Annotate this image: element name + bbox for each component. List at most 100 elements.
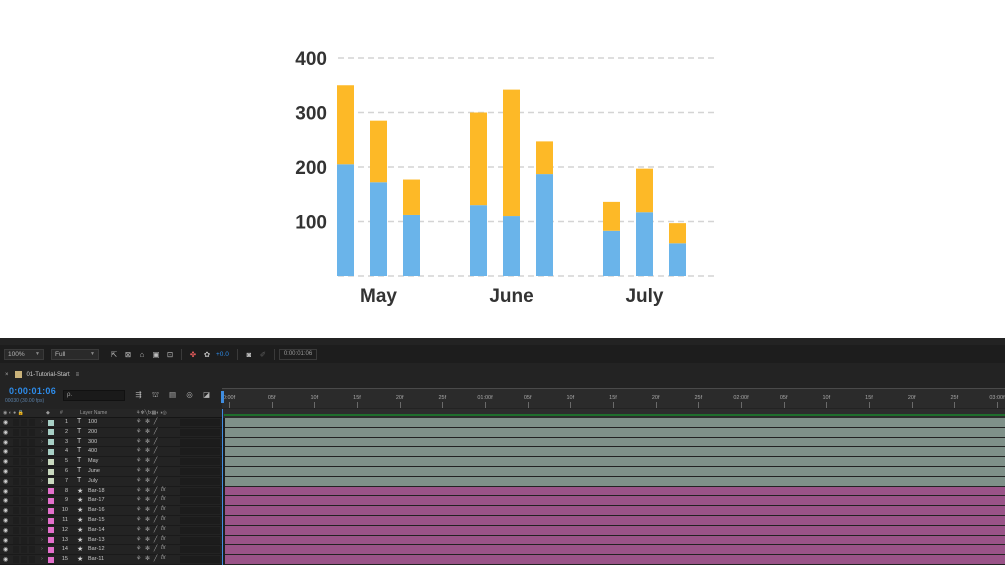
solo-toggle[interactable] [21, 448, 27, 456]
layer-switches-icon[interactable]: ⚘ ✻ ╱ [136, 536, 158, 543]
layer-row[interactable]: ◉ › 8 ★ Bar-18 ⚘ ✻ ╱ fx [0, 487, 222, 497]
lock-toggle[interactable] [29, 546, 35, 554]
layer-name[interactable]: Bar-13 [88, 537, 105, 543]
camera-snapshot-icon[interactable]: ◙ [244, 350, 254, 359]
parent-link-cell[interactable] [180, 497, 220, 505]
layer-switches-icon[interactable]: ⚘ ✻ ╱ [136, 477, 158, 484]
region-of-interest-icon[interactable]: ▣ [151, 350, 161, 359]
layer-name[interactable]: 100 [88, 419, 97, 425]
twirl-down-icon[interactable]: › [41, 537, 43, 543]
eye-icon[interactable]: ◉ [3, 527, 8, 534]
layer-duration-bar[interactable] [225, 457, 1005, 467]
effects-icon[interactable]: fx [161, 526, 166, 532]
parent-link-cell[interactable] [180, 487, 220, 495]
layer-row[interactable]: ◉ › 14 ★ Bar-12 ⚘ ✻ ╱ fx [0, 545, 222, 556]
twirl-down-icon[interactable]: › [41, 488, 43, 494]
parent-link-cell[interactable] [180, 526, 220, 534]
layer-switches-icon[interactable]: ⚘ ✻ ╱ [136, 447, 158, 454]
layer-switches-icon[interactable]: ⚘ ✻ ╱ [136, 516, 158, 523]
eye-icon[interactable]: ◉ [3, 517, 8, 524]
parent-link-cell[interactable] [180, 477, 220, 485]
layer-switches-icon[interactable]: ⚘ ✻ ╱ [136, 428, 158, 435]
twirl-down-icon[interactable]: › [41, 507, 43, 513]
audio-toggle[interactable] [13, 468, 19, 475]
parent-link-cell[interactable] [180, 546, 220, 554]
parent-link-cell[interactable] [180, 468, 220, 475]
layer-name[interactable]: 300 [88, 439, 97, 445]
layer-name[interactable]: Bar-16 [88, 507, 105, 513]
playhead-handle[interactable] [221, 391, 224, 403]
lock-toggle[interactable] [29, 536, 35, 544]
twirl-down-icon[interactable]: › [41, 439, 43, 445]
lock-toggle[interactable] [29, 507, 35, 515]
twirl-down-icon[interactable]: › [41, 556, 43, 562]
work-area-range[interactable] [224, 414, 1005, 416]
layer-name[interactable]: Bar-12 [88, 546, 105, 552]
layer-name[interactable]: June [88, 468, 100, 474]
resolution-dropdown[interactable]: Full ▼ [51, 348, 99, 360]
audio-toggle[interactable] [13, 487, 19, 495]
eye-icon[interactable]: ◉ [3, 419, 8, 426]
layer-switches-icon[interactable]: ⚘ ✻ ╱ [136, 526, 158, 533]
layer-row[interactable]: ◉ › 12 ★ Bar-14 ⚘ ✻ ╱ fx [0, 526, 222, 536]
guides-icon[interactable]: ⊡ [165, 350, 175, 359]
layer-duration-bar[interactable] [225, 516, 1005, 526]
eye-icon[interactable]: ◉ [3, 556, 8, 563]
layer-switches-icon[interactable]: ⚘ ✻ ╱ [136, 555, 158, 562]
audio-toggle[interactable] [13, 556, 19, 564]
layer-switches-icon[interactable]: ⚘ ✻ ╱ [136, 496, 158, 503]
solo-toggle[interactable] [21, 428, 27, 436]
layer-name[interactable]: Bar-18 [88, 488, 105, 494]
lock-toggle[interactable] [29, 448, 35, 456]
eye-icon[interactable]: ◉ [3, 497, 8, 504]
audio-toggle[interactable] [13, 497, 19, 505]
solo-toggle[interactable] [21, 468, 27, 475]
lock-toggle[interactable] [29, 526, 35, 534]
layer-switches-icon[interactable]: ⚘ ✻ ╱ [136, 506, 158, 513]
parent-link-cell[interactable] [180, 536, 220, 544]
menu-icon[interactable]: ≡ [76, 372, 80, 378]
label-color-swatch[interactable] [48, 556, 54, 563]
layer-row[interactable]: ◉ › 10 ★ Bar-16 ⚘ ✻ ╱ fx [0, 506, 222, 516]
twirl-down-icon[interactable]: › [41, 497, 43, 503]
solo-toggle[interactable] [21, 507, 27, 515]
label-color-swatch[interactable] [48, 429, 54, 436]
transparency-grid-icon[interactable]: ⊠ [123, 350, 133, 359]
layer-duration-bar[interactable] [225, 437, 1005, 448]
parent-link-cell[interactable] [180, 507, 220, 515]
lock-toggle[interactable] [29, 468, 35, 475]
layer-duration-bar[interactable] [225, 447, 1005, 458]
label-color-swatch[interactable] [48, 458, 54, 465]
layer-duration-bar[interactable] [225, 427, 1005, 438]
lock-toggle[interactable] [29, 497, 35, 505]
solo-toggle[interactable] [21, 546, 27, 554]
graph-editor-icon[interactable]: ◪ [201, 390, 212, 400]
label-color-swatch[interactable] [48, 527, 54, 534]
mask-visibility-icon[interactable]: ⌂ [137, 350, 147, 359]
parent-link-cell[interactable] [180, 438, 220, 446]
effects-icon[interactable]: fx [161, 536, 166, 542]
eye-icon[interactable]: ◉ [3, 458, 8, 465]
audio-toggle[interactable] [13, 526, 19, 534]
twirl-down-icon[interactable]: › [41, 419, 43, 425]
layer-row[interactable]: ◉ › 2 T 200 ⚘ ✻ ╱ [0, 428, 222, 438]
layer-switches-icon[interactable]: ⚘ ✻ ╱ [136, 545, 158, 552]
audio-toggle[interactable] [13, 517, 19, 524]
eye-icon[interactable]: ◉ [3, 439, 8, 446]
layer-row[interactable]: ◉ › 6 T June ⚘ ✻ ╱ [0, 467, 222, 477]
effects-icon[interactable]: fx [161, 487, 166, 493]
layer-search-input[interactable]: ρ. [63, 390, 125, 401]
work-area-bar[interactable] [222, 409, 1005, 418]
twirl-down-icon[interactable]: › [41, 517, 43, 523]
layer-duration-bar[interactable] [225, 535, 1005, 546]
twirl-down-icon[interactable]: › [41, 527, 43, 533]
twirl-down-icon[interactable]: › [41, 546, 43, 552]
tab-composition[interactable]: 01-Tutorial-Start [27, 372, 70, 378]
twirl-down-icon[interactable]: › [41, 429, 43, 435]
show-snapshot-icon[interactable]: ✐ [258, 350, 268, 359]
twirl-down-icon[interactable]: › [41, 448, 43, 454]
audio-toggle[interactable] [13, 507, 19, 515]
parent-link-cell[interactable] [180, 458, 220, 466]
parent-link-cell[interactable] [180, 419, 220, 426]
layer-switches-icon[interactable]: ⚘ ✻ ╱ [136, 467, 158, 474]
